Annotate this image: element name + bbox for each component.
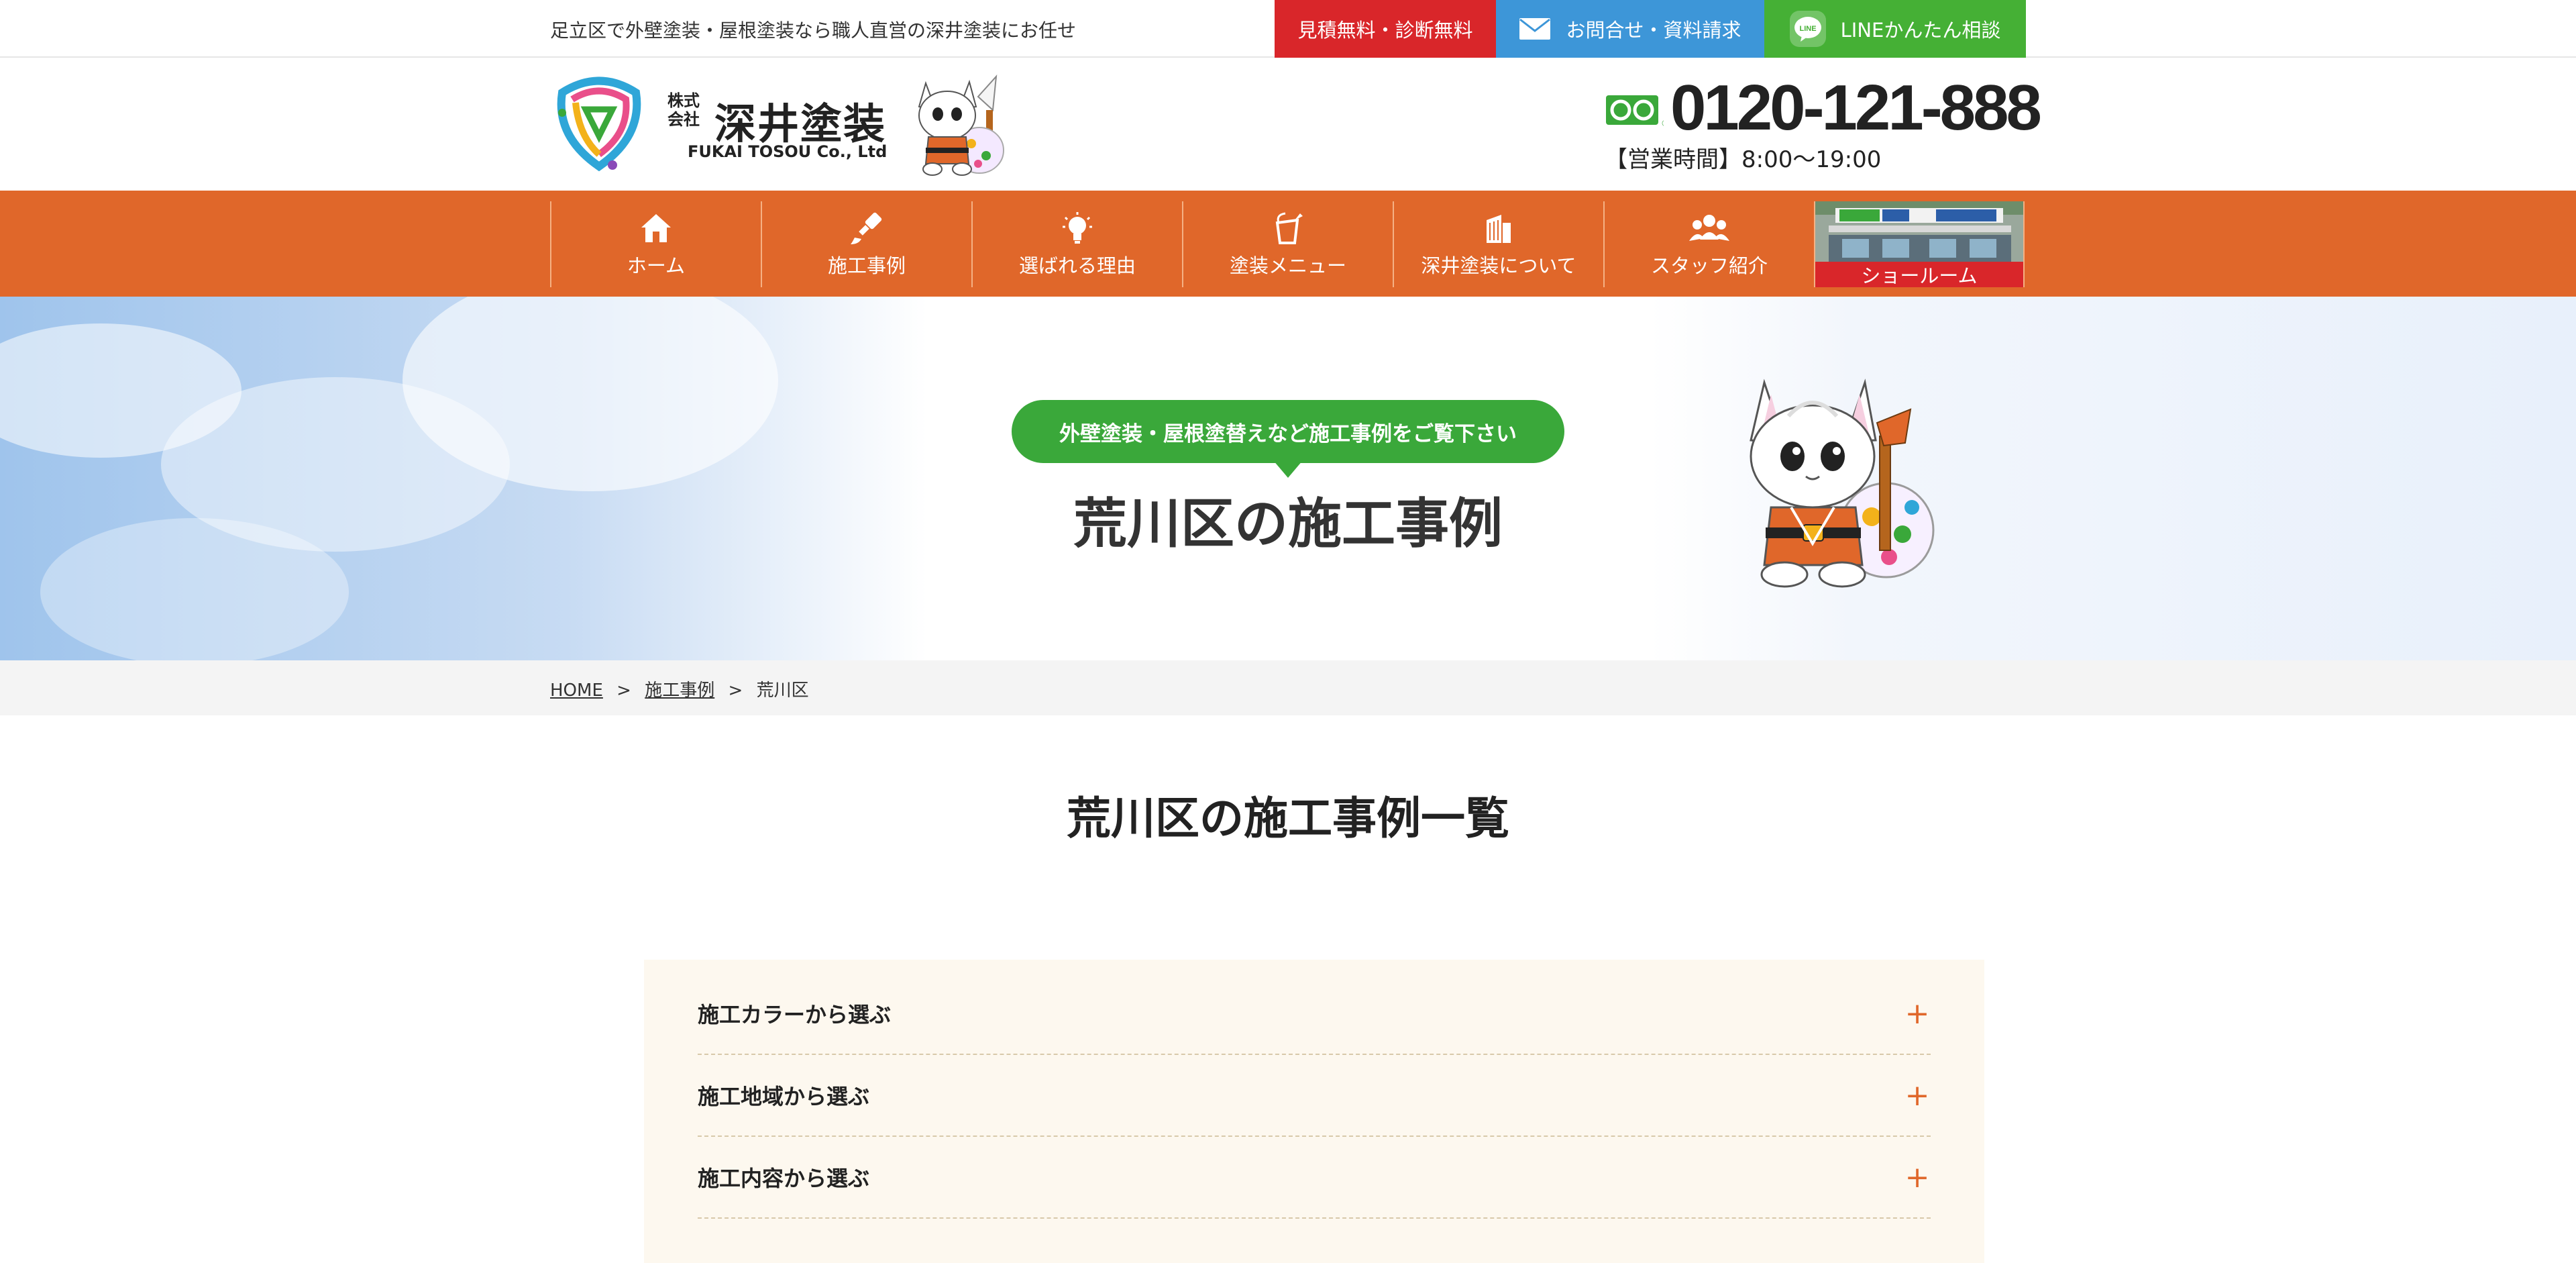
showroom-photo [1815,201,2023,262]
company-type: 株式会社 [667,91,700,129]
company-name-en: FUKAI TOSOU Co., Ltd [688,142,888,161]
phone-number-link[interactable]: 0120-121-888 [1670,71,2042,145]
building-icon [1479,210,1519,246]
hero-ribbon-tail [1273,460,1303,478]
paint-bucket-icon [1268,210,1308,246]
section-title: 荒川区の施工事例一覧 [1067,793,1509,844]
company-logo-icon[interactable] [549,72,649,173]
top-bar: 足立区で外壁塗装・屋根塗装なら職人直営の深井塗装にお任せ 見積無料・診断無料 お… [0,0,2576,58]
site-header: 株式会社 深井塗装 FUKAI TOSOU Co., Ltd ® 0120-12… [0,58,2576,191]
page-title: 荒川区の施工事例 [1073,493,1503,555]
page-hero: 外壁塗装・屋根塗替えなど施工事例をご覧下さい 荒川区の施工事例 [0,297,2576,660]
breadcrumb-separator: > [728,680,743,701]
mascot-cat-large-icon [1731,376,1945,589]
contact-label: お問合せ・資料請求 [1566,19,1741,42]
nav-item-showroom[interactable]: ショールーム [1814,201,2025,287]
breadcrumb-current: 荒川区 [756,680,809,701]
freedial-icon: ® [1606,91,1669,129]
contact-button[interactable]: お問合せ・資料請求 [1496,0,1764,58]
lightbulb-icon [1057,210,1097,246]
nav-label-cases: 施工事例 [827,254,906,277]
company-name: 深井塗装 [714,99,887,148]
filter-toggle-area[interactable]: 施工地域から選ぶ + [698,1055,1931,1137]
home-icon [636,210,676,246]
line-icon: LINE [1789,11,1826,47]
svg-text:LINE: LINE [1799,25,1816,33]
filter-toggle-content[interactable]: 施工内容から選ぶ + [698,1137,1931,1219]
expand-plus-icon[interactable]: + [1904,1160,1931,1195]
nav-label-home: ホーム [627,254,686,277]
svg-text:®: ® [1661,119,1664,128]
filter-label-area: 施工地域から選ぶ [698,1084,870,1109]
site-tagline: 足立区で外壁塗装・屋根塗装なら職人直営の深井塗装にお任せ [550,19,1077,42]
nav-item-about[interactable]: 深井塗装について [1393,201,1603,287]
line-consult-label: LINEかんたん相談 [1840,19,2001,42]
nav-item-cases[interactable]: 施工事例 [761,201,971,287]
paintbrush-icon [847,210,887,246]
breadcrumb: HOME > 施工事例 > 荒川区 [0,660,2576,715]
nav-item-menu[interactable]: 塗装メニュー [1182,201,1393,287]
line-consult-button[interactable]: LINE LINEかんたん相談 [1764,0,2026,58]
company-logo-text[interactable]: 株式会社 深井塗装 FUKAI TOSOU Co., Ltd [667,91,896,165]
filter-label-content: 施工内容から選ぶ [698,1166,870,1191]
nav-label-about: 深井塗装について [1421,254,1576,277]
breadcrumb-cases-link[interactable]: 施工事例 [645,680,714,701]
nav-item-home[interactable]: ホーム [550,201,761,287]
nav-label-staff: スタッフ紹介 [1650,254,1768,277]
nav-label-menu: 塗装メニュー [1229,254,1346,277]
business-hours: 【営業時間】8:00〜19:00 [1605,146,1882,173]
cloud-decoration [40,518,349,660]
nav-item-staff[interactable]: スタッフ紹介 [1603,201,1814,287]
filter-label-color: 施工カラーから選ぶ [698,1002,892,1027]
nav-item-reasons[interactable]: 選ばれる理由 [971,201,1182,287]
free-estimate-button[interactable]: 見積無料・診断無料 [1275,0,1496,58]
filter-panel: 施工カラーから選ぶ + 施工地域から選ぶ + 施工内容から選ぶ + [644,960,1984,1263]
breadcrumb-separator: > [616,680,631,701]
staff-group-icon [1689,210,1729,246]
nav-label-showroom: ショールーム [1815,262,2023,287]
free-estimate-label: 見積無料・診断無料 [1297,19,1473,42]
mascot-cat-icon [906,70,1006,180]
breadcrumb-home-link[interactable]: HOME [550,680,603,701]
nav-label-reasons: 選ばれる理由 [1018,254,1136,277]
mail-icon [1519,17,1551,40]
expand-plus-icon[interactable]: + [1904,1078,1931,1113]
expand-plus-icon[interactable]: + [1904,997,1931,1031]
filter-toggle-color[interactable]: 施工カラーから選ぶ + [698,973,1931,1055]
hero-ribbon: 外壁塗装・屋根塗替えなど施工事例をご覧下さい [1012,400,1564,463]
hero-ribbon-text: 外壁塗装・屋根塗替えなど施工事例をご覧下さい [1059,421,1517,446]
main-navigation: ホーム 施工事例 選ばれる理由 塗装メニュー 深井塗装について スタッフ紹介 シ… [0,191,2576,297]
